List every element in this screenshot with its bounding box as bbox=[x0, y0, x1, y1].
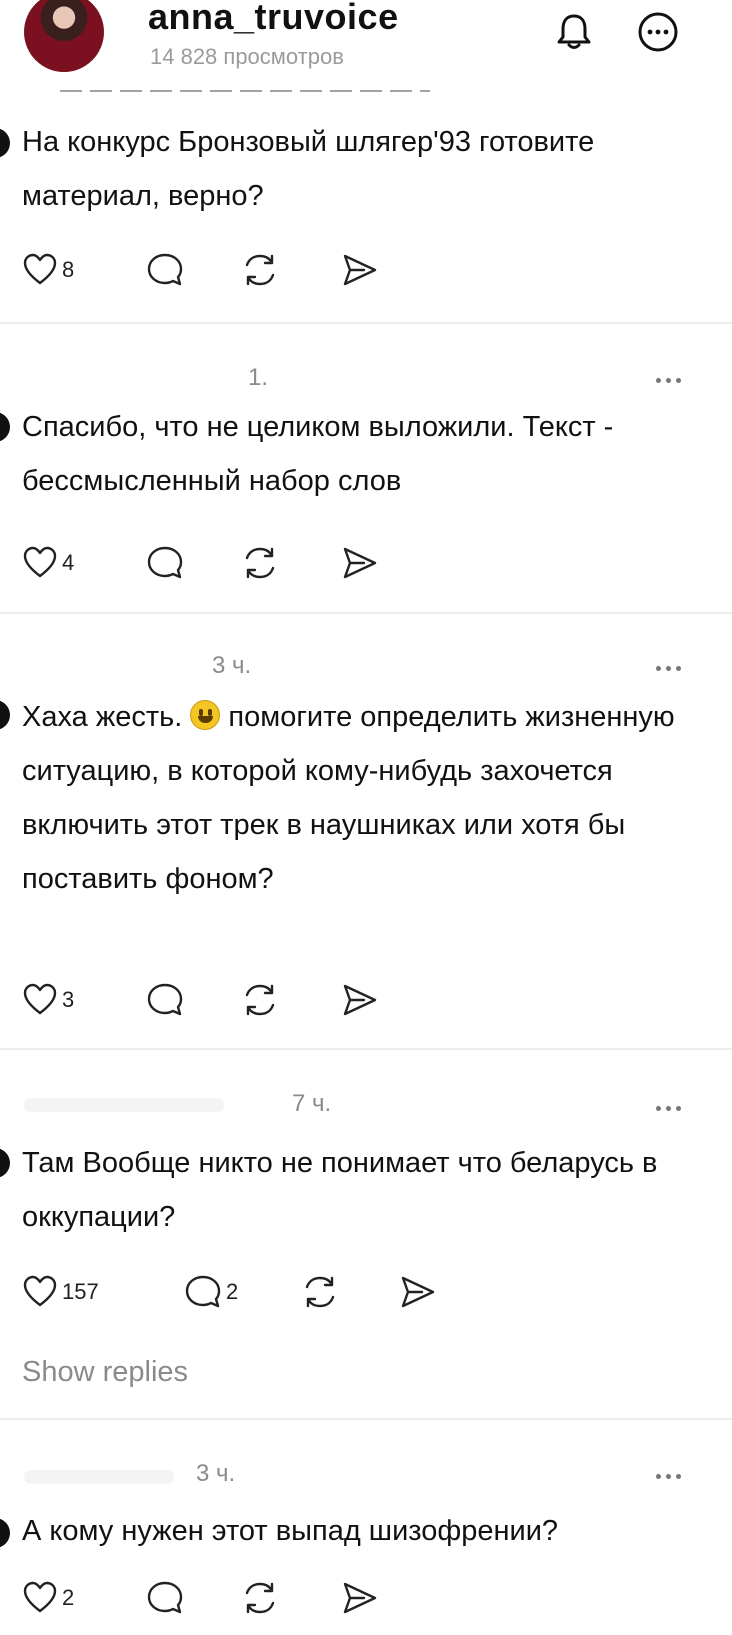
comment-icon bbox=[185, 1275, 221, 1308]
comment-divider bbox=[0, 1048, 732, 1050]
bell-icon[interactable] bbox=[552, 10, 596, 54]
comment-text-part: Хаха жесть. bbox=[22, 701, 191, 733]
share-icon bbox=[343, 547, 377, 579]
comment-icon bbox=[147, 983, 183, 1016]
like-count: 2 bbox=[62, 1585, 75, 1610]
repost-button[interactable] bbox=[240, 543, 280, 583]
like-count: 3 bbox=[62, 987, 75, 1012]
share-button[interactable] bbox=[340, 543, 380, 583]
repost-button[interactable] bbox=[240, 980, 280, 1020]
more-circle-icon[interactable] bbox=[636, 10, 680, 54]
share-icon bbox=[343, 254, 377, 286]
like-count: 8 bbox=[62, 257, 75, 282]
comment-actions: 8 bbox=[22, 250, 422, 290]
comment-time: 3 ч. bbox=[212, 652, 252, 679]
more-dots-icon[interactable] bbox=[656, 1466, 696, 1479]
comment-text: Спасибо, что не целиком выложили. Текст … bbox=[22, 411, 614, 497]
commenter-name-hidden bbox=[24, 1470, 174, 1484]
show-replies-link[interactable]: Show replies bbox=[22, 1356, 188, 1389]
avatar[interactable] bbox=[24, 0, 104, 72]
more-dots-icon[interactable] bbox=[656, 370, 696, 383]
repost-button[interactable] bbox=[240, 1578, 280, 1618]
share-icon bbox=[401, 1276, 435, 1308]
repost-icon bbox=[245, 254, 275, 286]
repost-icon bbox=[245, 1582, 275, 1614]
repost-icon bbox=[245, 984, 275, 1016]
share-button[interactable] bbox=[340, 1578, 380, 1618]
comment-divider bbox=[0, 322, 732, 324]
share-icon bbox=[343, 1582, 377, 1614]
more-dots-icon[interactable] bbox=[656, 658, 696, 671]
commenter-avatar[interactable] bbox=[0, 128, 10, 158]
comment-icon bbox=[147, 1581, 183, 1614]
comment-icon bbox=[147, 546, 183, 579]
repost-icon bbox=[245, 547, 275, 579]
like-button[interactable]: 8 bbox=[22, 250, 74, 290]
comment-actions: 2 bbox=[22, 1578, 422, 1618]
comment-divider bbox=[0, 1418, 732, 1420]
commenter-avatar[interactable] bbox=[0, 412, 10, 442]
like-button[interactable]: 4 bbox=[22, 543, 74, 583]
reply-button[interactable] bbox=[146, 250, 184, 290]
comment-actions: 3 bbox=[22, 980, 422, 1020]
like-count: 157 bbox=[62, 1279, 99, 1304]
heart-icon bbox=[23, 546, 57, 578]
commenter-avatar[interactable] bbox=[0, 700, 10, 730]
comment-time: 7 ч. bbox=[292, 1090, 332, 1117]
comment-actions: 4 bbox=[22, 543, 422, 583]
heart-icon bbox=[23, 983, 57, 1015]
reply-button[interactable]: 2 bbox=[184, 1272, 238, 1312]
comment-text: На конкурс Бронзовый шлягер'93 готовите … bbox=[22, 126, 595, 212]
comment-text: А кому нужен этот выпад шизофрении? bbox=[22, 1515, 559, 1547]
repost-button[interactable] bbox=[300, 1272, 340, 1312]
heart-icon bbox=[23, 1275, 57, 1307]
comment-text: Там Вообще никто не понимает что беларус… bbox=[22, 1147, 658, 1233]
reply-button[interactable] bbox=[146, 543, 184, 583]
reply-button[interactable] bbox=[146, 980, 184, 1020]
commenter-avatar[interactable] bbox=[0, 1518, 10, 1548]
more-dots-icon[interactable] bbox=[656, 1098, 696, 1111]
reply-button[interactable] bbox=[146, 1578, 184, 1618]
post-header: anna_truvoice 14 828 просмотров bbox=[0, 0, 732, 90]
reply-count: 2 bbox=[226, 1279, 239, 1304]
commenter-name-hidden bbox=[24, 1098, 224, 1112]
comment-icon bbox=[147, 253, 183, 286]
like-button[interactable]: 157 bbox=[22, 1272, 99, 1312]
share-icon bbox=[343, 984, 377, 1016]
share-button[interactable] bbox=[340, 250, 380, 290]
like-count: 4 bbox=[62, 550, 75, 575]
comment-text: Хаха жесть. помогите определить жизненну… bbox=[22, 690, 712, 906]
repost-icon bbox=[305, 1276, 335, 1308]
username[interactable]: anna_truvoice bbox=[148, 0, 399, 38]
like-button[interactable]: 3 bbox=[22, 980, 74, 1020]
smile-emoji-icon bbox=[190, 700, 221, 730]
comment-time: 1. bbox=[248, 364, 269, 391]
views-count: 14 828 просмотров bbox=[150, 44, 344, 69]
share-button[interactable] bbox=[340, 980, 380, 1020]
like-button[interactable]: 2 bbox=[22, 1578, 74, 1618]
repost-button[interactable] bbox=[240, 250, 280, 290]
comment-time: 3 ч. bbox=[196, 1460, 236, 1487]
heart-icon bbox=[23, 1581, 57, 1613]
comment-divider bbox=[0, 612, 732, 614]
comment-actions: 157 2 bbox=[22, 1272, 462, 1312]
share-button[interactable] bbox=[398, 1272, 438, 1312]
heart-icon bbox=[23, 253, 57, 285]
commenter-avatar[interactable] bbox=[0, 1148, 10, 1178]
